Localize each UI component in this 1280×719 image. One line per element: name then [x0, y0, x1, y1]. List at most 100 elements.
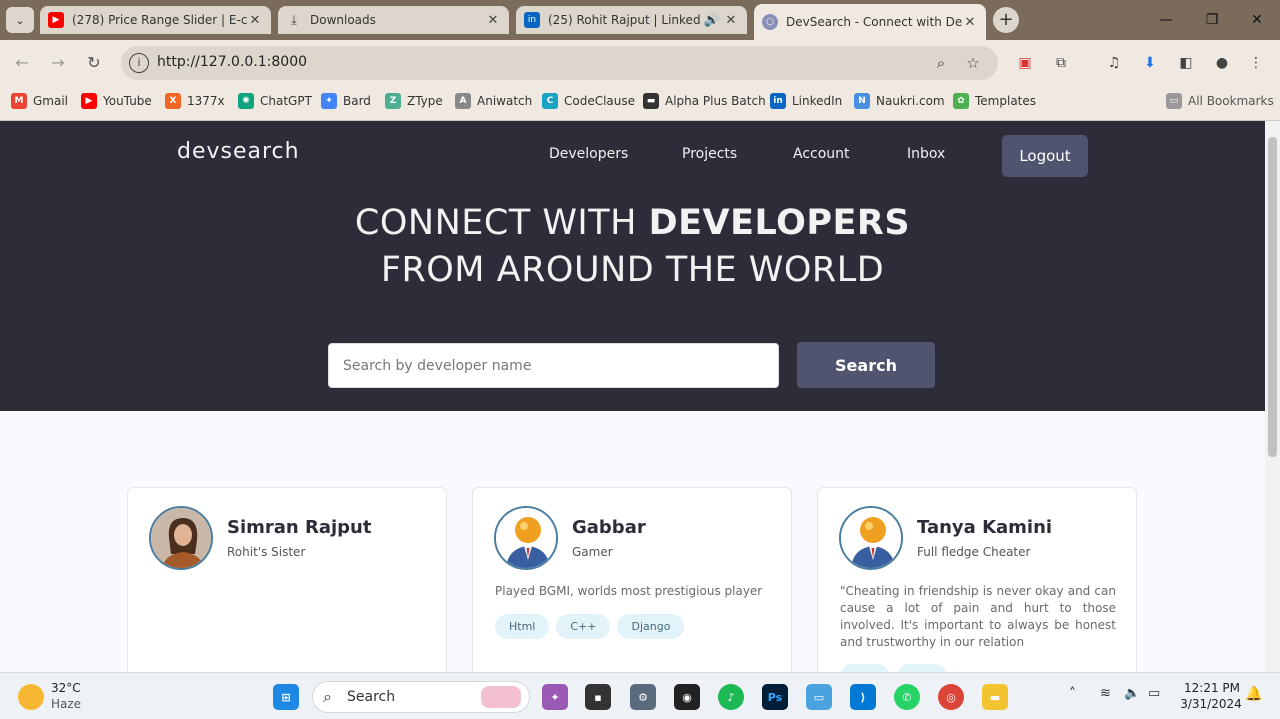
settings-icon[interactable]: ⚙: [630, 684, 656, 710]
bookmark-alpha-plus[interactable]: ▬ Alpha Plus Batch: [643, 93, 766, 109]
tab-search-button[interactable]: ⌄: [6, 7, 34, 33]
windows-start-icon[interactable]: ⊞: [273, 684, 299, 710]
file-explorer-icon[interactable]: ▬: [982, 684, 1008, 710]
scrollbar-thumb[interactable]: [1268, 137, 1277, 457]
site-info-icon[interactable]: i: [129, 53, 149, 73]
developer-name[interactable]: Tanya Kamini: [917, 517, 1052, 538]
tab-downloads[interactable]: ⤓ Downloads ✕: [278, 6, 509, 34]
menu-kebab-icon[interactable]: ⋮: [1244, 51, 1268, 75]
address-bar[interactable]: i http://127.0.0.1:8000 ⌕ ☆: [121, 46, 998, 80]
hero-section: devsearch Developers Projects Account In…: [0, 121, 1265, 411]
skill-tag[interactable]: [840, 664, 890, 672]
taskbar-search[interactable]: ⌕ Search: [312, 681, 530, 713]
developer-card[interactable]: Gabbar Gamer Played BGMI, worlds most pr…: [472, 487, 792, 672]
speaker-icon[interactable]: 🔊: [701, 13, 723, 28]
close-icon[interactable]: ✕: [485, 13, 501, 28]
tab-devsearch[interactable]: ○ DevSearch - Connect with Deve ✕: [754, 4, 986, 40]
close-icon[interactable]: ✕: [723, 13, 739, 28]
task-view-icon[interactable]: ▪: [585, 684, 611, 710]
bookmark-bard[interactable]: ✦ Bard: [321, 93, 371, 109]
search-icon: ⌕: [323, 687, 332, 706]
volume-icon[interactable]: 🔈: [1124, 686, 1140, 701]
nav-projects[interactable]: Projects: [682, 146, 737, 162]
codeclause-icon: C: [542, 93, 558, 109]
developer-name[interactable]: Gabbar: [572, 517, 646, 538]
chrome-icon[interactable]: ◎: [938, 684, 964, 710]
nav-inbox[interactable]: Inbox: [907, 146, 945, 162]
forward-button[interactable]: →: [45, 50, 71, 76]
skill-tag[interactable]: Html: [495, 614, 550, 639]
weather-haze-icon[interactable]: [18, 684, 44, 710]
whatsapp-icon[interactable]: ✆: [894, 684, 920, 710]
bookmark-aniwatch[interactable]: A Aniwatch: [455, 93, 532, 109]
clock-date[interactable]: 3/31/2024: [1178, 697, 1244, 711]
back-button[interactable]: ←: [9, 50, 35, 76]
developer-card[interactable]: Tanya Kamini Full fledge Cheater "Cheati…: [817, 487, 1137, 672]
search-highlight-icon: [481, 686, 521, 708]
developer-role: Rohit's Sister: [227, 545, 306, 559]
nav-developers[interactable]: Developers: [549, 146, 628, 162]
skill-tag[interactable]: C++: [556, 614, 611, 639]
avatar: [494, 506, 558, 570]
bard-icon: ✦: [321, 93, 337, 109]
site-logo[interactable]: devsearch: [177, 139, 300, 164]
copilot-icon[interactable]: ✦: [542, 684, 568, 710]
all-bookmarks[interactable]: ▭ All Bookmarks: [1166, 93, 1274, 109]
tab-youtube[interactable]: ▶ (278) Price Range Slider | E-con ✕: [40, 6, 271, 34]
bookmark-chatgpt[interactable]: ✺ ChatGPT: [238, 93, 312, 109]
notifications-bell-icon[interactable]: 🔔: [1245, 686, 1262, 702]
reload-button[interactable]: ↻: [81, 50, 107, 76]
bookmark-1377x[interactable]: X 1377x: [165, 93, 225, 109]
skill-tag[interactable]: [897, 664, 947, 672]
close-window-button[interactable]: ✕: [1234, 0, 1280, 40]
url-text: http://127.0.0.1:8000: [157, 54, 308, 70]
page-scrollbar[interactable]: [1265, 121, 1280, 672]
spotify-icon[interactable]: ♪: [718, 684, 744, 710]
vscode-icon[interactable]: ⟩: [850, 684, 876, 710]
restore-button[interactable]: ❐: [1189, 0, 1235, 40]
naukri-icon: N: [854, 93, 870, 109]
developer-card[interactable]: Simran Rajput Rohit's Sister: [127, 487, 447, 672]
bookmark-star-icon[interactable]: ☆: [962, 52, 984, 74]
photoshop-icon[interactable]: Ps: [762, 684, 788, 710]
1377x-icon: X: [165, 93, 181, 109]
developer-name[interactable]: Simran Rajput: [227, 517, 371, 538]
search-button[interactable]: Search: [797, 342, 935, 388]
battery-icon[interactable]: ▭: [1148, 686, 1160, 701]
bookmark-youtube[interactable]: ▶ YouTube: [81, 93, 152, 109]
download-progress-icon[interactable]: ⬇: [1138, 51, 1162, 75]
bookmark-linkedin[interactable]: in LinkedIn: [770, 93, 842, 109]
weather-temp[interactable]: 32°C: [51, 681, 81, 695]
headline-line1: CONNECT WITH DEVELOPERS: [354, 203, 911, 243]
developer-bio: "Cheating in friendship is never okay an…: [840, 584, 1116, 649]
remote-desktop-icon[interactable]: ▭: [806, 684, 832, 710]
bookmark-templates[interactable]: ✿ Templates: [953, 93, 1036, 109]
chevron-up-icon[interactable]: ˄: [1069, 686, 1076, 702]
media-control-icon[interactable]: ♫: [1102, 51, 1126, 75]
close-icon[interactable]: ✕: [962, 15, 978, 30]
new-tab-button[interactable]: +: [993, 7, 1019, 33]
extensions-icon[interactable]: ⧉: [1049, 51, 1073, 75]
nav-account[interactable]: Account: [793, 146, 850, 162]
close-icon[interactable]: ✕: [247, 13, 263, 28]
wifi-icon[interactable]: ≋: [1100, 686, 1111, 701]
skill-tag[interactable]: Django: [617, 614, 685, 639]
skill-tags: [840, 664, 947, 672]
developer-search-input[interactable]: [328, 343, 779, 388]
bookmark-naukri[interactable]: N Naukri.com: [854, 93, 945, 109]
bookmark-ztype[interactable]: Z ZType: [385, 93, 443, 109]
bookmark-gmail[interactable]: M Gmail: [11, 93, 68, 109]
pocket-extension-icon[interactable]: ▣: [1013, 51, 1037, 75]
tab-linkedin[interactable]: in (25) Rohit Rajput | LinkedIn 🔊 ✕: [516, 6, 747, 34]
youtube-icon: ▶: [48, 12, 64, 28]
alpha-plus-icon: ▬: [643, 93, 659, 109]
clock-time[interactable]: 12:21 PM: [1182, 681, 1242, 695]
zoom-search-icon[interactable]: ⌕: [930, 52, 952, 74]
bookmark-codeclause[interactable]: C CodeClause: [542, 93, 635, 109]
side-panel-icon[interactable]: ◧: [1174, 51, 1198, 75]
bookmarks-bar: M Gmail ▶ YouTube X 1377x ✺ ChatGPT ✦ Bard ZZ…: [0, 85, 1280, 121]
camera-app-icon[interactable]: ◉: [674, 684, 700, 710]
minimize-button[interactable]: —: [1143, 0, 1189, 40]
profile-avatar-icon[interactable]: ●: [1210, 51, 1234, 75]
logout-button[interactable]: Logout: [1002, 135, 1088, 177]
